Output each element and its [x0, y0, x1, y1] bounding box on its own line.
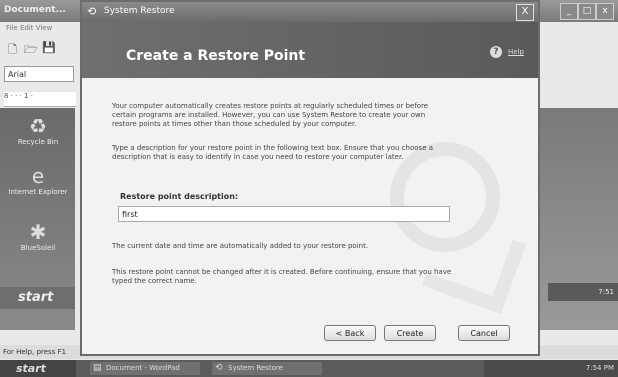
page-heading: Create a Restore Point [126, 48, 306, 64]
create-button[interactable]: Create [384, 325, 436, 341]
wordpad-title: Document... [4, 5, 66, 15]
start-button[interactable]: start [0, 360, 76, 377]
system-restore-icon: ⟲ [87, 5, 97, 18]
internet-explorer-icon: e [31, 164, 45, 188]
dialog-close-button[interactable]: X [516, 4, 534, 21]
dialog-titlebar[interactable]: ⟲ System Restore X [82, 2, 538, 22]
save-icon[interactable]: 💾 [42, 41, 56, 54]
maximize-icon[interactable]: □ [578, 3, 596, 20]
warning-note-text: This restore point cannot be changed aft… [112, 268, 452, 285]
desktop-icon-recycle-bin[interactable]: ♻ Recycle Bin [6, 114, 70, 146]
date-note-text: The current date and time are automatica… [112, 242, 369, 250]
desktop-icon-label: Internet Explorer [8, 188, 68, 196]
dialog-body: Your computer automatically creates rest… [82, 78, 538, 354]
system-restore-icon: ⟲ [215, 363, 223, 373]
wordpad-toolbar: 🗋 🗁 💾 [0, 36, 80, 60]
dialog-title: System Restore [104, 6, 175, 16]
close-icon[interactable]: x [596, 3, 614, 20]
recycle-bin-icon: ♻ [29, 114, 47, 138]
open-folder-icon[interactable]: 🗁 [24, 41, 38, 60]
wordpad-icon: ▤ [93, 363, 102, 373]
description-label: Restore point description: [120, 192, 239, 201]
desktop-icon-internet-explorer[interactable]: e Internet Explorer [6, 164, 70, 196]
taskbar-item-label: Document - WordPad [106, 364, 180, 372]
mini-tray-clock: 7:51 [548, 283, 618, 301]
desktop-icon-label: Recycle Bin [17, 138, 59, 146]
ruler: 8 · · · 1 · [4, 92, 76, 107]
tray-clock[interactable]: 7:54 PM [586, 364, 614, 372]
font-select[interactable]: Arial [4, 66, 74, 82]
new-document-icon[interactable]: 🗋 [8, 41, 17, 60]
cancel-button[interactable]: Cancel [458, 325, 510, 341]
back-button[interactable]: < Back [324, 325, 376, 341]
desktop-icon-bluesoleil[interactable]: ✱ BlueSoleil [6, 220, 70, 252]
bluetooth-icon: ✱ [29, 220, 47, 244]
desktop-icon-label: BlueSoleil [20, 244, 56, 252]
dialog-header-band: Create a Restore Point ? Help [82, 22, 538, 78]
taskbar-item-system-restore[interactable]: ⟲ System Restore [212, 362, 322, 375]
restore-point-description-input[interactable] [118, 206, 450, 222]
wordpad-menubar[interactable]: File Edit View [0, 22, 86, 34]
system-restore-dialog: ⟲ System Restore X Create a Restore Poin… [80, 0, 540, 356]
taskbar-item-label: System Restore [228, 364, 283, 372]
intro-text: Your computer automatically creates rest… [112, 102, 429, 128]
help-link[interactable]: Help [508, 48, 524, 56]
minimize-icon[interactable]: _ [560, 3, 578, 20]
instruction-text: Type a description for your restore poin… [112, 144, 434, 161]
taskbar-item-wordpad[interactable]: ▤ Document - WordPad [90, 362, 200, 375]
help-icon[interactable]: ? [490, 46, 502, 58]
taskbar: start ▤ Document - WordPad ⟲ System Rest… [0, 360, 618, 377]
mini-start-button: start [0, 287, 75, 309]
system-tray: 7:54 PM [484, 360, 618, 377]
